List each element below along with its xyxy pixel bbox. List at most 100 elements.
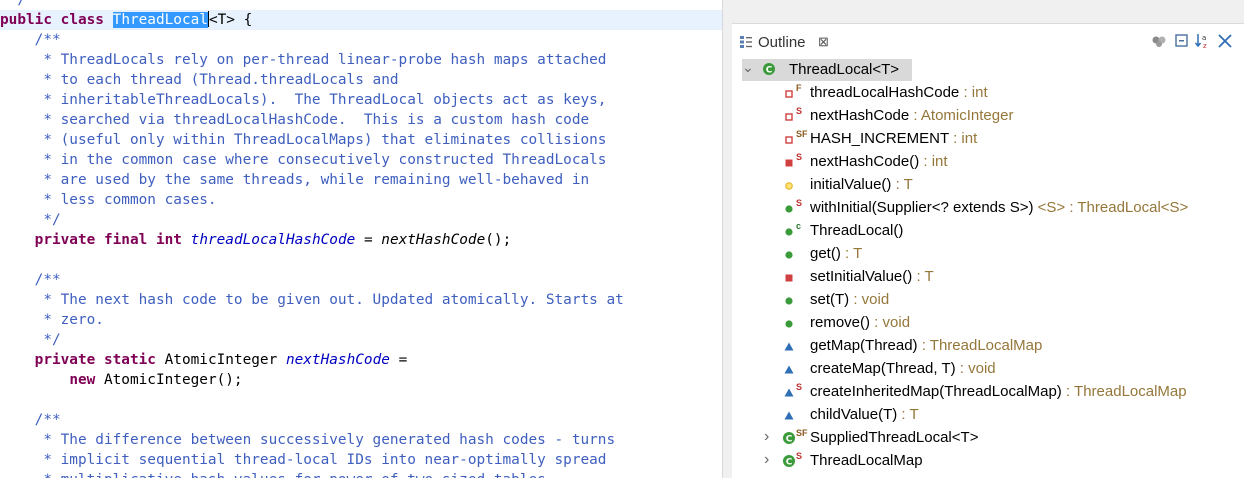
public-member-icon (785, 205, 793, 213)
modifier-overlay: S (796, 451, 803, 461)
expand-chevron-icon[interactable]: › (764, 426, 769, 448)
code-line[interactable]: * inheritableThreadLocals). The ThreadLo… (0, 90, 722, 110)
member-name: get() (810, 245, 841, 262)
code-line[interactable]: * implicit sequential thread-local IDs i… (0, 450, 722, 470)
hide-fields-icon[interactable] (1216, 32, 1234, 50)
code-line[interactable]: private static AtomicInteger nextHashCod… (0, 350, 722, 370)
code-line[interactable]: * searched via threadLocalHashCode. This… (0, 110, 722, 130)
close-icon[interactable]: ⊠ (818, 34, 829, 50)
code-token: */ (0, 332, 61, 348)
code-token: * to each thread (Thread.threadLocals an… (0, 72, 399, 88)
code-line[interactable]: * ThreadLocals rely on per-thread linear… (0, 50, 722, 70)
code-line[interactable]: * less common cases. (0, 190, 722, 210)
code-token: new (69, 372, 96, 388)
selected-text: ThreadLocal (112, 12, 208, 28)
code-token: nextHashCode (285, 352, 390, 368)
member-name: childValue(T) (810, 406, 898, 423)
code-token: * searched via threadLocalHashCode. This… (0, 112, 590, 128)
member-type: : int (959, 84, 988, 101)
member-type: : T (897, 406, 919, 423)
nested-class-icon: C (783, 455, 795, 468)
code-line[interactable]: * The difference between successively ge… (0, 430, 722, 450)
code-token: /** (0, 412, 61, 428)
expand-chevron-icon[interactable]: ⌄ (742, 56, 754, 78)
code-line[interactable]: /** (0, 410, 722, 430)
member-name: setInitialValue() (810, 268, 913, 285)
member-name: remove() (810, 314, 871, 331)
code-line[interactable]: * (useful only within ThreadLocalMaps) t… (0, 130, 722, 150)
member-type: : ThreadLocalMap (917, 337, 1043, 354)
code-line[interactable]: /** (0, 270, 722, 290)
code-line[interactable]: */ (0, 330, 722, 350)
member-type: : void (849, 291, 890, 308)
code-token: static (103, 352, 156, 368)
code-token: * less common cases. (0, 192, 217, 208)
outline-view-title-strip (732, 0, 1244, 24)
member-name: ThreadLocal() (810, 222, 904, 239)
code-token: * (useful only within ThreadLocalMaps) t… (0, 132, 607, 148)
member-type: : AtomicInteger (909, 107, 1014, 124)
pane-divider[interactable] (722, 0, 732, 478)
code-line[interactable]: public class ThreadLocal<T> { (0, 10, 722, 30)
code-token: */ (0, 0, 26, 8)
code-token: * implicit sequential thread-local IDs i… (0, 452, 607, 468)
code-line[interactable]: */ (0, 0, 722, 10)
code-token: int (155, 232, 182, 248)
code-token: final (103, 232, 148, 248)
outline-root-class[interactable]: ⌄ C ThreadLocal<T> (742, 59, 912, 81)
code-editor[interactable]: */ public class ThreadLocal<T> { /** * Th… (0, 0, 722, 478)
modifier-overlay: c (796, 221, 802, 231)
private-member-icon (785, 274, 793, 282)
modifier-overlay: S (796, 382, 803, 392)
code-token: * are used by the same threads, while re… (0, 172, 590, 188)
code-token: * inheritableThreadLocals). The ThreadLo… (0, 92, 607, 108)
modifier-overlay: SF (796, 428, 808, 438)
code-line[interactable]: * to each thread (Thread.threadLocals an… (0, 70, 722, 90)
outline-view: Outline ⊠ a z ⌄ C ThreadLocal<T> FthreadLoc… (732, 0, 1244, 478)
hide-non-public-icon[interactable] (1150, 32, 1168, 50)
code-line[interactable]: */ (0, 210, 722, 230)
code-line[interactable]: * multiplicative hash values for power-o… (0, 470, 722, 478)
svg-text:C: C (766, 66, 773, 76)
code-token: AtomicInteger (155, 352, 286, 368)
code-token: * ThreadLocals rely on per-thread linear… (0, 52, 607, 68)
code-line[interactable]: * The next hash code to be given out. Up… (0, 290, 722, 310)
code-line[interactable]: new AtomicInteger(); (0, 370, 722, 390)
code-token: * The difference between successively ge… (0, 432, 616, 448)
code-line[interactable] (0, 390, 722, 410)
code-line[interactable]: /** (0, 30, 722, 50)
expand-chevron-icon[interactable]: › (764, 449, 769, 471)
modifier-overlay: S (796, 152, 803, 162)
code-token: (); (485, 232, 512, 248)
tab-outline-label[interactable]: Outline (758, 34, 806, 51)
outline-icon (740, 36, 752, 48)
member-type: : void (955, 360, 996, 377)
code-token: <T> { (208, 12, 253, 28)
code-token: AtomicInteger(); (95, 372, 243, 388)
code-line[interactable]: * are used by the same threads, while re… (0, 170, 722, 190)
public-member-icon (785, 228, 793, 236)
protected-member-icon (785, 182, 793, 190)
sort-icon[interactable]: a z (1194, 32, 1212, 50)
code-line[interactable]: private final int threadLocalHashCode = … (0, 230, 722, 250)
class-icon: C (763, 63, 775, 76)
class-name: SuppliedThreadLocal<T> (810, 429, 979, 446)
code-line[interactable]: * in the common case where consecutively… (0, 150, 722, 170)
code-token: * The next hash code to be given out. Up… (0, 292, 624, 308)
code-line[interactable] (0, 250, 722, 270)
svg-text:a: a (1202, 34, 1206, 42)
private-member-icon (785, 159, 793, 167)
package-member-icon (784, 342, 794, 351)
code-token: class (60, 12, 104, 28)
code-token: = (355, 232, 382, 248)
code-token: /** (0, 272, 61, 288)
member-type: : ThreadLocalMap (1061, 383, 1187, 400)
code-line[interactable]: * zero. (0, 310, 722, 330)
package-member-icon (784, 388, 794, 397)
collapse-all-icon[interactable] (1173, 32, 1191, 50)
member-name: createInheritedMap(ThreadLocalMap) (810, 383, 1062, 400)
